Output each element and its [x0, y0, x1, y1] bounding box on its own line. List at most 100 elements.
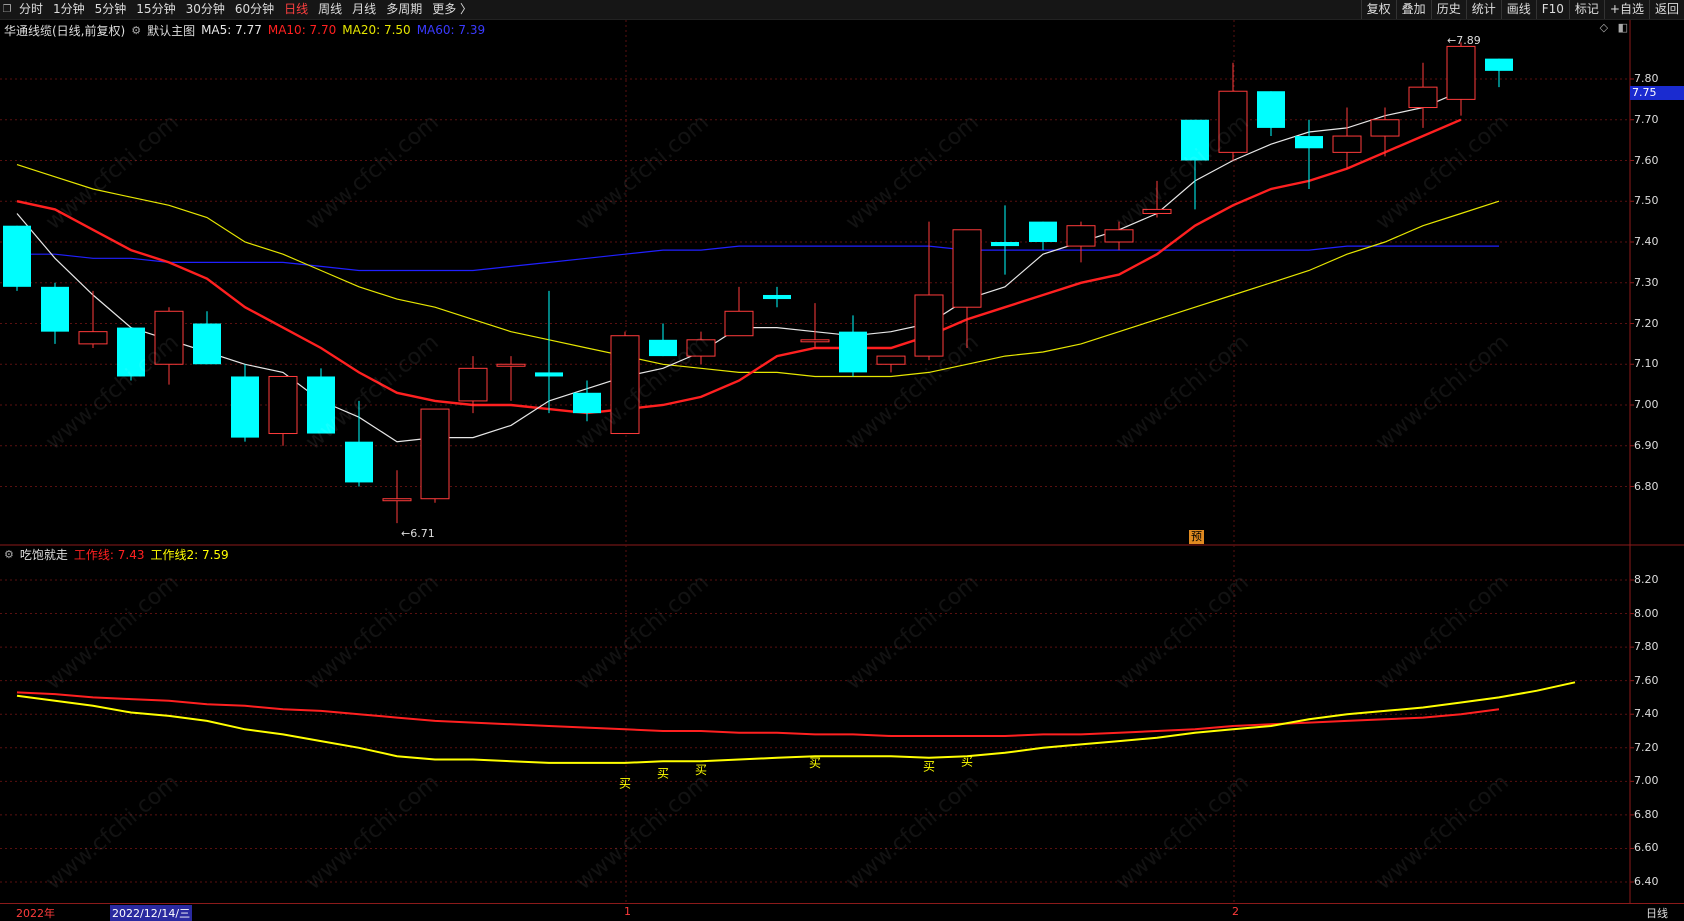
candle-body [307, 376, 335, 434]
candle [649, 323, 677, 357]
sub-y-tick-label: 6.40 [1634, 875, 1659, 888]
high-price-marker: ←7.89 [1447, 34, 1481, 48]
candle-body [3, 225, 31, 287]
candle [1332, 107, 1362, 169]
ma20-line [16, 164, 1500, 378]
candle-body [724, 310, 754, 337]
candle [763, 286, 791, 308]
y-tick-label: 7.50 [1634, 194, 1659, 208]
candle [573, 380, 601, 422]
candle [610, 331, 640, 435]
gear-icon[interactable]: ⚙ [4, 548, 14, 561]
candle-body [535, 372, 563, 377]
candle-body [1181, 119, 1209, 161]
candle-body [154, 310, 184, 365]
buy-signals: 买买买买买买 [619, 755, 973, 791]
candle-body [610, 335, 640, 435]
ma10-value: MA10: 7.70 [267, 23, 337, 37]
candle-body [1295, 136, 1323, 149]
y-tick-label: 7.60 [1634, 153, 1659, 167]
candle [231, 364, 259, 442]
candle [1218, 62, 1248, 161]
candle-body [41, 286, 69, 332]
candle [1408, 62, 1438, 128]
candle-body [763, 294, 791, 300]
pane-controls: ◇ ◧ [1600, 21, 1628, 34]
sub-y-tick-label: 7.60 [1634, 673, 1659, 687]
work-line-value: 工作线: 7.43 [73, 547, 145, 562]
window-toggle-icon[interactable]: ◧ [1618, 21, 1628, 34]
candle-body [1408, 86, 1438, 109]
candle-body [1370, 119, 1400, 137]
ma10-line [16, 118, 1462, 415]
candle-body [117, 327, 145, 377]
buy-signal: 买 [809, 756, 821, 770]
ma60-line [17, 245, 1499, 272]
candle-body [839, 331, 867, 373]
month-label-2: 2 [1232, 905, 1239, 918]
candle-body [1332, 135, 1362, 153]
sub-indicator-lines [16, 681, 1576, 764]
candle [420, 408, 450, 503]
sub-y-tick-label: 7.20 [1634, 740, 1659, 754]
candle-body [345, 441, 373, 483]
main-pane-header: 华通线缆(日线,前复权) ⚙ 默认主图 MA5: 7.77 MA10: 7.70… [0, 21, 491, 39]
diamond-icon[interactable]: ◇ [1600, 21, 1608, 34]
gear-icon[interactable]: ⚙ [131, 24, 141, 37]
buy-signal: 买 [619, 776, 631, 790]
buy-signal: 买 [657, 766, 669, 780]
candle-body [382, 498, 412, 502]
candle-body [420, 408, 450, 500]
y-tick-label: 7.00 [1634, 398, 1659, 411]
y-tick-label: 7.10 [1634, 357, 1659, 371]
candle [154, 307, 184, 385]
buy-signal: 买 [695, 763, 707, 777]
sub-y-tick-label: 6.60 [1634, 841, 1659, 855]
month-label-1: 1 [624, 905, 631, 918]
chart-canvas[interactable]: 买买买买买买 [0, 0, 1684, 919]
candle [535, 290, 563, 414]
candle [345, 400, 373, 487]
ma20-value: MA20: 7.50 [342, 23, 411, 37]
y-tick-label: 7.20 [1634, 316, 1659, 330]
candle-body [78, 331, 108, 345]
candle [1257, 91, 1285, 137]
candle-body [876, 355, 906, 365]
candle-body [231, 376, 259, 438]
candle [1142, 180, 1172, 218]
y-tick-label: 7.80 [1634, 72, 1659, 85]
template-name[interactable]: 默认主图 [147, 22, 195, 39]
candle-body [573, 392, 601, 414]
y-tick-label: 6.80 [1634, 479, 1659, 493]
candle-body [193, 323, 221, 365]
candle-body [686, 339, 716, 357]
candle [496, 356, 526, 401]
sub-y-tick-label: 8.20 [1634, 573, 1659, 586]
forecast-badge[interactable]: 预 [1189, 530, 1204, 544]
sub-y-tick-label: 8.00 [1634, 606, 1659, 620]
candle [991, 205, 1019, 275]
candle-body [1066, 225, 1096, 247]
candle [117, 327, 145, 381]
candle-body [649, 339, 677, 357]
candle [839, 315, 867, 377]
sub-y-tick-label: 7.40 [1634, 707, 1659, 721]
work-line2 [16, 681, 1576, 764]
low-price-marker: ←6.71 [401, 527, 435, 541]
sub-y-tick-label: 7.00 [1634, 774, 1659, 788]
candle-body [914, 294, 944, 357]
candle [1485, 58, 1513, 88]
candle-body [268, 375, 298, 435]
candle [1029, 221, 1057, 251]
candle [1446, 42, 1476, 116]
y-tick-label: 7.70 [1634, 112, 1659, 126]
candle-body [1446, 45, 1476, 100]
candle-body [458, 367, 488, 402]
work-line2-value: 工作线2: 7.59 [150, 547, 229, 562]
candle [952, 229, 982, 348]
candle [800, 303, 830, 348]
date-axis: 2022年 2022/12/14/三 1 2 日线 [0, 903, 1684, 921]
indicator-title[interactable]: 吃饱就走 [20, 546, 68, 563]
candle-body [991, 242, 1019, 247]
candle-body [800, 339, 830, 343]
